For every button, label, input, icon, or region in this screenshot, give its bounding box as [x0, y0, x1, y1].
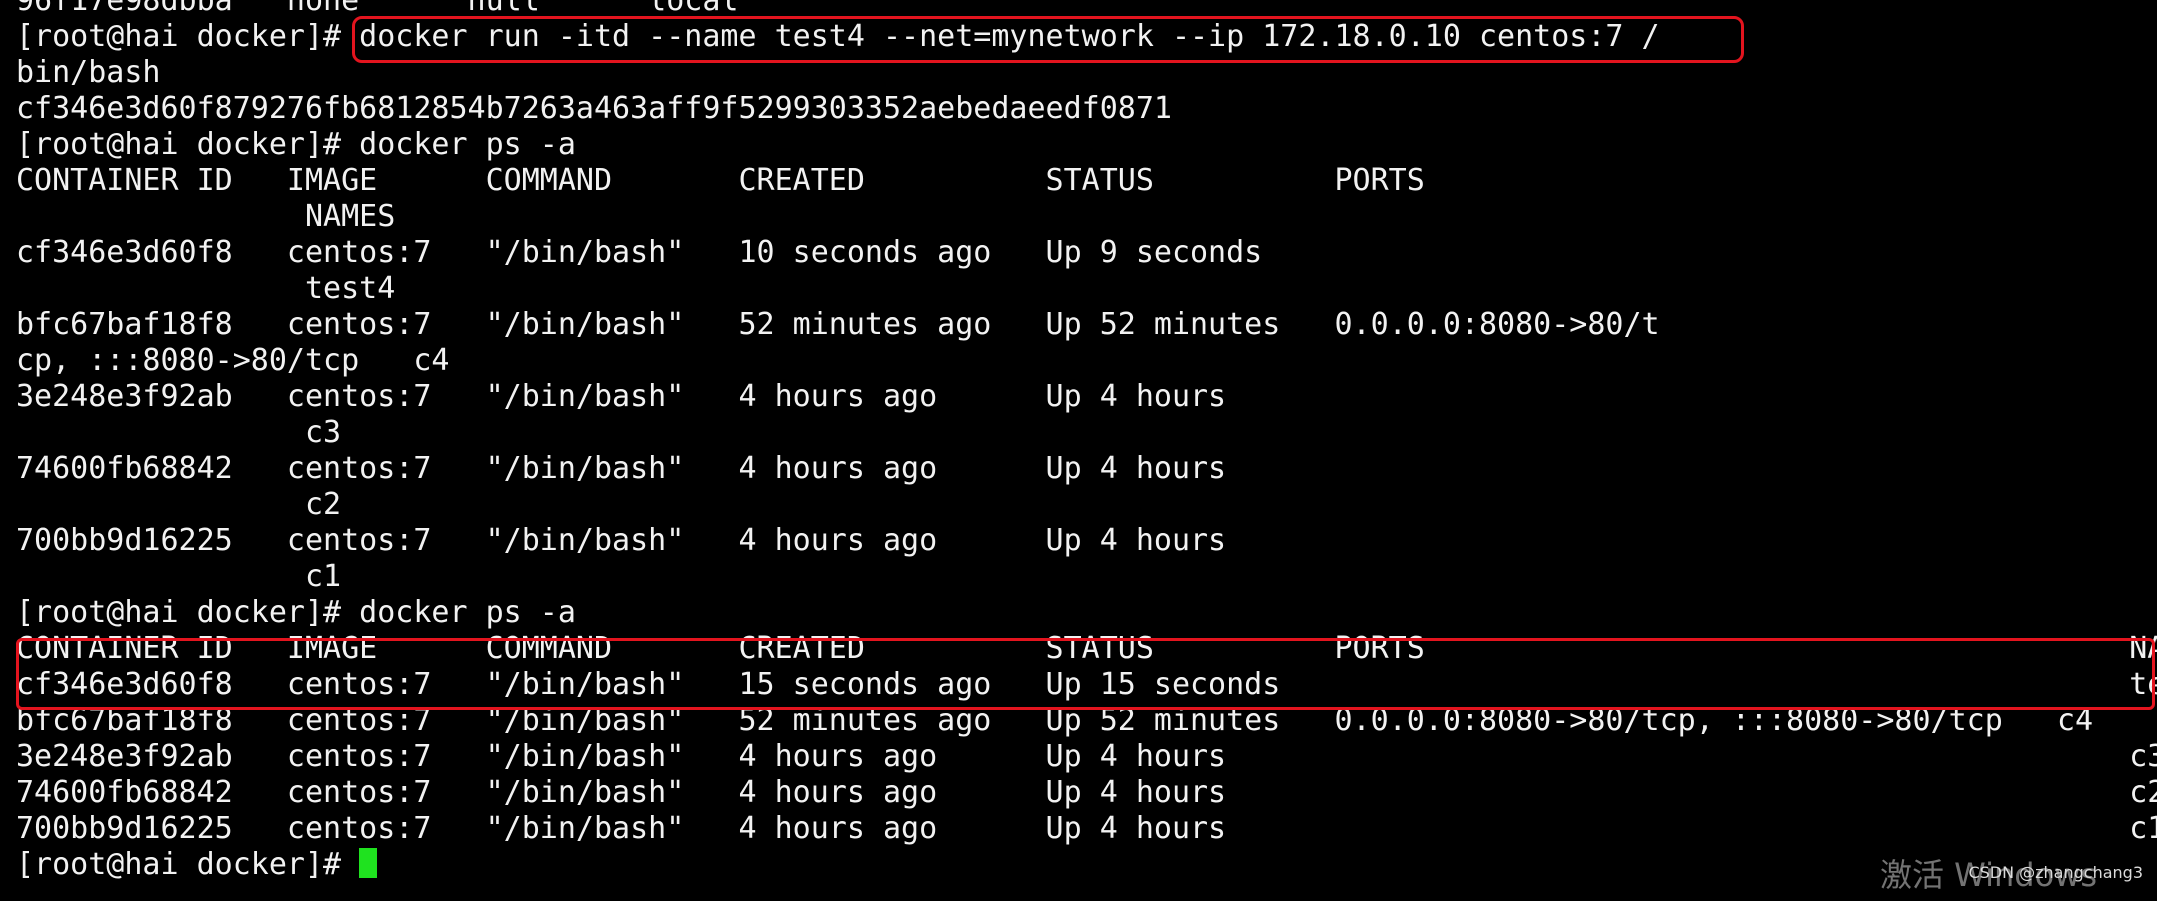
- table-row: 3e248e3f92ab centos:7 "/bin/bash" 4 hour…: [16, 379, 1227, 414]
- terminal-line-docker-run-command: [root@hai docker]# docker run -itd --nam…: [16, 19, 1660, 54]
- table-header: CONTAINER ID IMAGE COMMAND CREATED STATU…: [16, 631, 2157, 666]
- table-row: cf346e3d60f8 centos:7 "/bin/bash" 15 sec…: [16, 667, 2157, 702]
- prompt-text: [root@hai docker]#: [16, 847, 360, 882]
- table-row: cf346e3d60f8 centos:7 "/bin/bash" 10 sec…: [16, 235, 1263, 270]
- table-row-wrap: c2: [16, 487, 342, 522]
- table-row: bfc67baf18f8 centos:7 "/bin/bash" 52 min…: [16, 703, 2094, 738]
- text-cursor: [359, 848, 378, 878]
- table-row: 74600fb68842 centos:7 "/bin/bash" 4 hour…: [16, 775, 2157, 810]
- command-prompt-line[interactable]: [root@hai docker]#: [16, 847, 2157, 883]
- terminal-line-container-hash: cf346e3d60f879276fb6812854b7263a463aff9f…: [16, 91, 1172, 126]
- terminal-line: bin/bash: [16, 55, 161, 90]
- table-row: 74600fb68842 centos:7 "/bin/bash" 4 hour…: [16, 451, 1227, 486]
- table-row: bfc67baf18f8 centos:7 "/bin/bash" 52 min…: [16, 307, 1660, 342]
- csdn-credit: CSDN @zhangchang3: [1968, 863, 2143, 882]
- terminal-line: 96f17e98dbba none null local: [16, 0, 739, 18]
- terminal-window[interactable]: 96f17e98dbba none null local [root@hai d…: [0, 0, 2157, 901]
- table-row-wrap: c3: [16, 415, 342, 450]
- table-row-wrap: test4: [16, 271, 396, 306]
- table-header: CONTAINER ID IMAGE COMMAND CREATED STATU…: [16, 163, 1425, 198]
- table-row-wrap: c1: [16, 559, 342, 594]
- terminal-line-docker-ps-command: [root@hai docker]# docker ps -a: [16, 127, 576, 162]
- table-row: 700bb9d16225 centos:7 "/bin/bash" 4 hour…: [16, 811, 2157, 846]
- terminal-line-docker-ps-command: [root@hai docker]# docker ps -a: [16, 595, 576, 630]
- terminal-output: 96f17e98dbba none null local [root@hai d…: [16, 0, 2157, 883]
- table-header-wrap: NAMES: [16, 199, 396, 234]
- table-row: 3e248e3f92ab centos:7 "/bin/bash" 4 hour…: [16, 739, 2157, 774]
- table-row: 700bb9d16225 centos:7 "/bin/bash" 4 hour…: [16, 523, 1227, 558]
- table-row-wrap: cp, :::8080->80/tcp c4: [16, 343, 450, 378]
